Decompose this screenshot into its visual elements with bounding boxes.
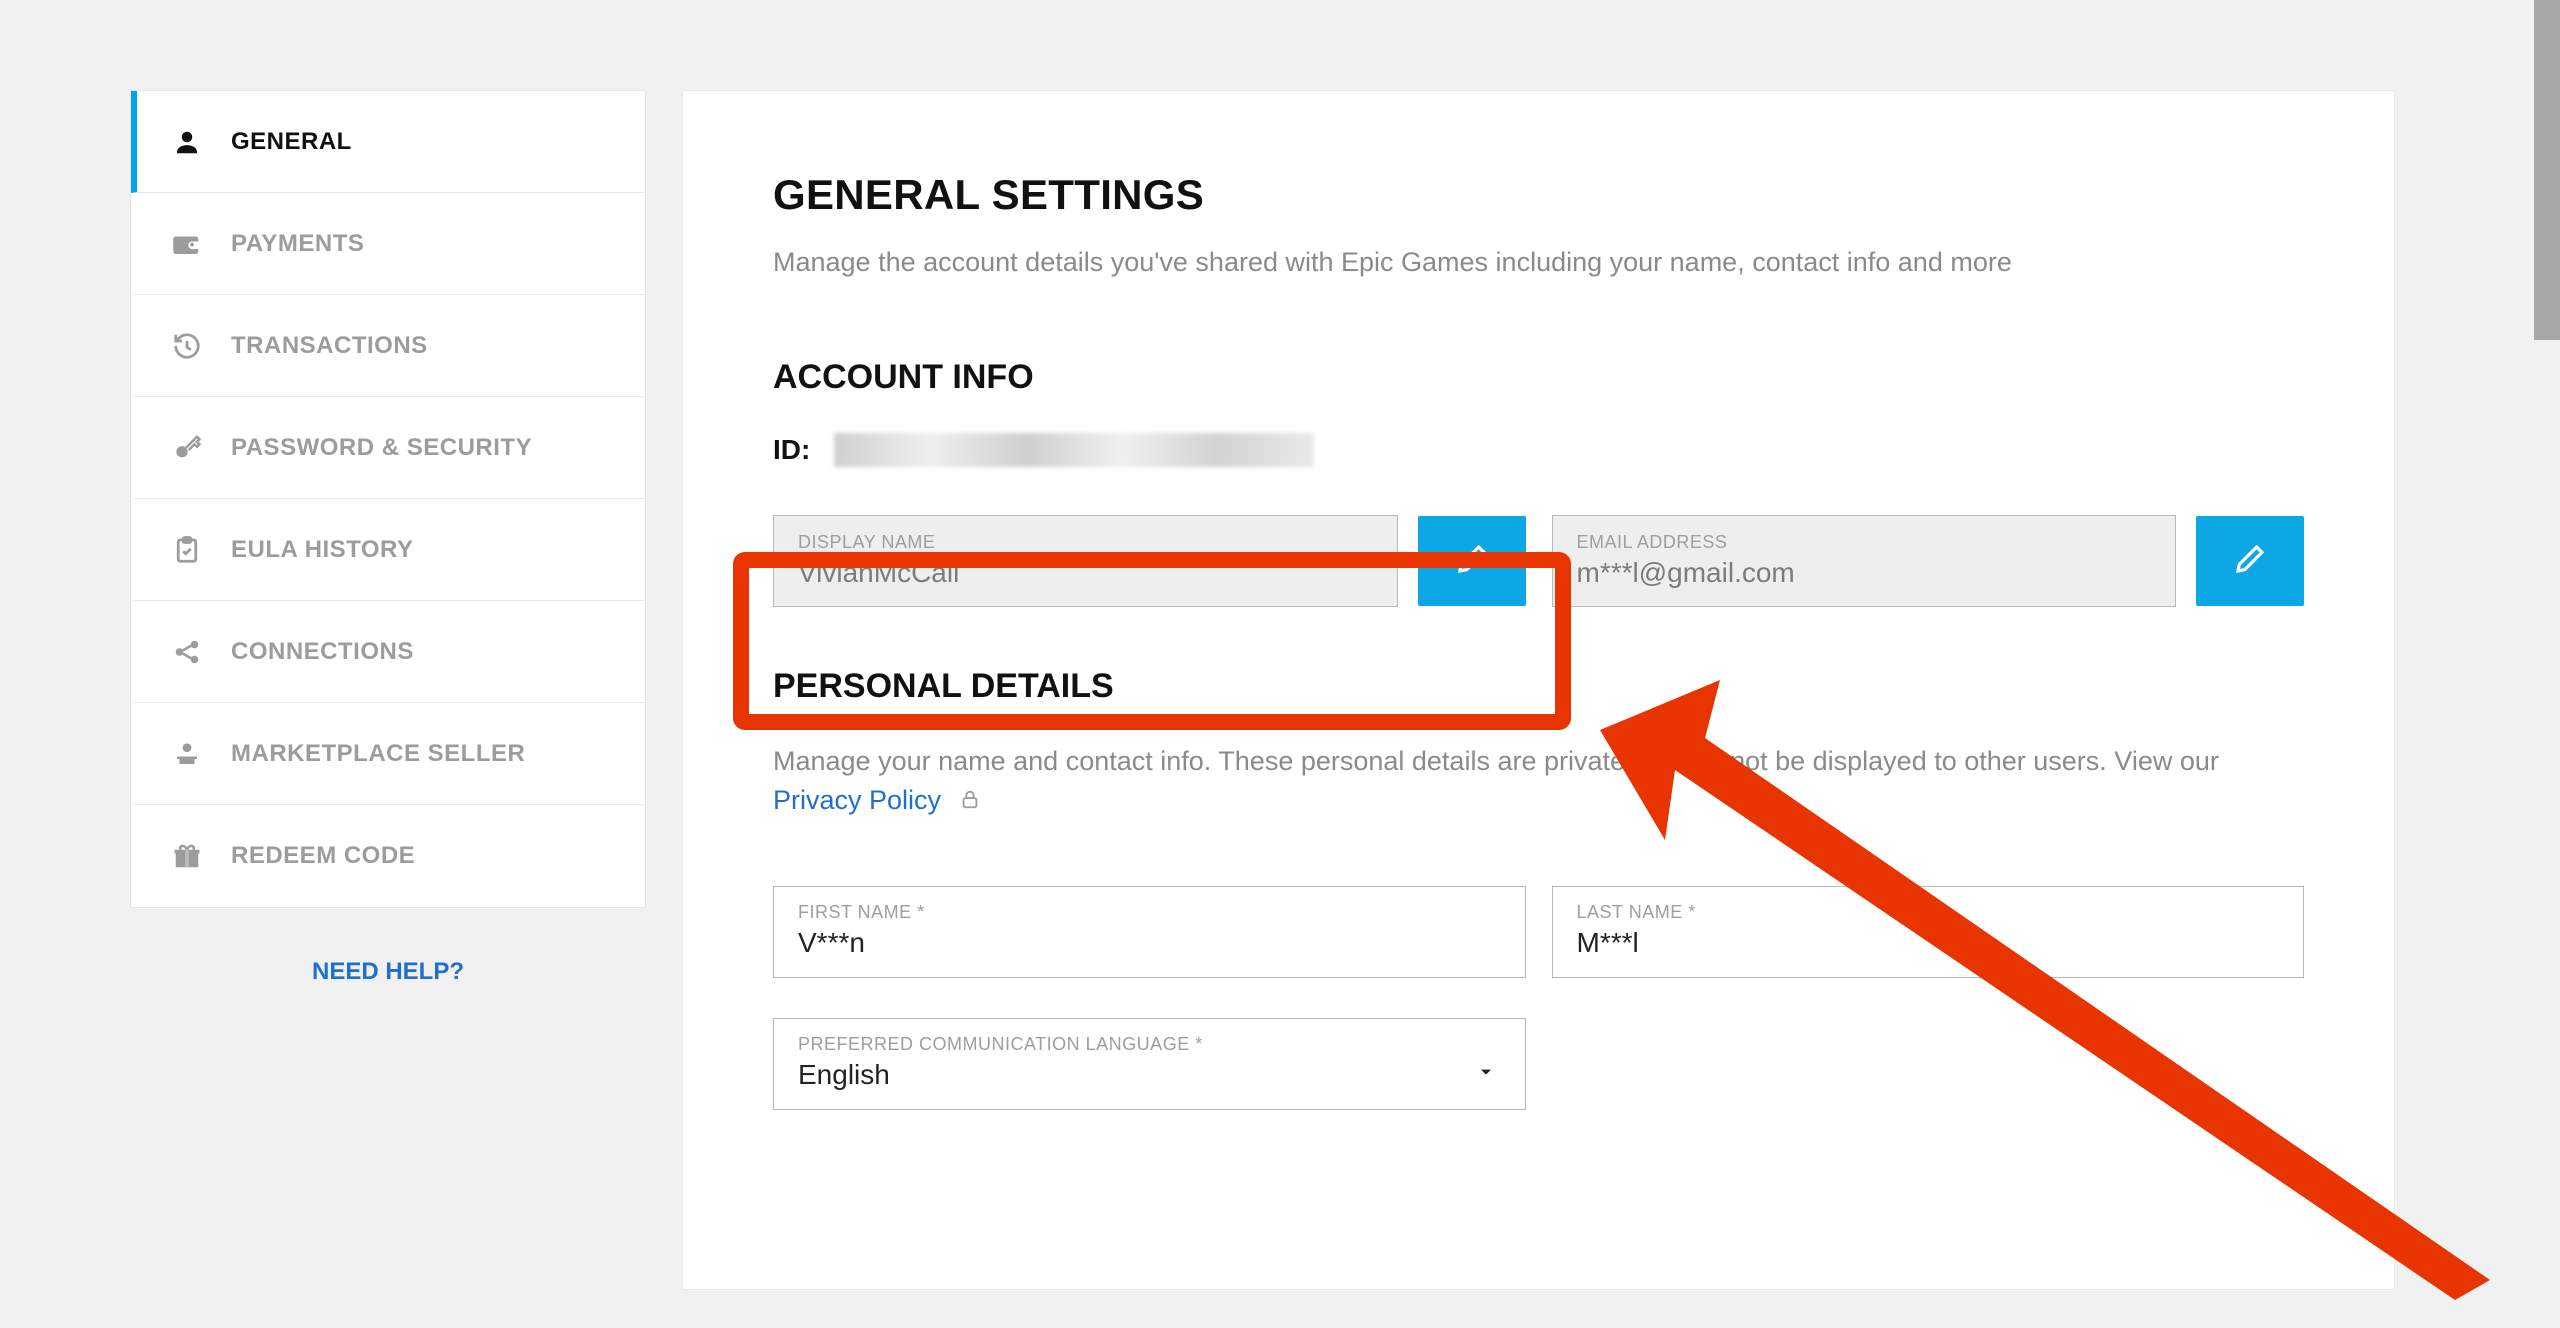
section-personal-title: PERSONAL DETAILS — [773, 667, 2304, 706]
sidebar-item-label: EULA HISTORY — [231, 536, 413, 564]
display-name-value: VivianMcCall — [798, 557, 1373, 589]
sidebar-item-label: CONNECTIONS — [231, 638, 414, 666]
need-help-link[interactable]: NEED HELP? — [130, 958, 646, 986]
wallet-icon — [169, 226, 205, 262]
language-value: English — [798, 1059, 1501, 1091]
sidebar-item-security[interactable]: PASSWORD & SECURITY — [131, 397, 645, 499]
first-name-value: V***n — [798, 927, 1501, 959]
name-row: FIRST NAME * V***n LAST NAME * M***l — [773, 886, 2304, 978]
edit-email-button[interactable] — [2196, 516, 2304, 606]
lock-icon — [959, 782, 981, 821]
display-name-field: DISPLAY NAME VivianMcCall — [773, 515, 1398, 607]
history-icon — [169, 328, 205, 364]
sidebar-item-transactions[interactable]: TRANSACTIONS — [131, 295, 645, 397]
sidebar: GENERAL PAYMENTS TRANSACTIONS — [130, 90, 646, 1290]
pencil-icon — [1456, 543, 1488, 580]
account-info-row: DISPLAY NAME VivianMcCall EMAIL ADDRESS … — [773, 515, 2304, 607]
edit-display-name-button[interactable] — [1418, 516, 1526, 606]
email-label: EMAIL ADDRESS — [1577, 532, 2152, 553]
email-field: EMAIL ADDRESS m***l@gmail.com — [1552, 515, 2177, 607]
share-icon — [169, 634, 205, 670]
page-subtitle: Manage the account details you've shared… — [773, 247, 2304, 278]
last-name-value: M***l — [1577, 927, 2280, 959]
sidebar-item-payments[interactable]: PAYMENTS — [131, 193, 645, 295]
sidebar-item-label: TRANSACTIONS — [231, 332, 428, 360]
user-icon — [169, 124, 205, 160]
display-name-group: DISPLAY NAME VivianMcCall — [773, 515, 1526, 607]
sidebar-item-eula[interactable]: EULA HISTORY — [131, 499, 645, 601]
clipboard-icon — [169, 532, 205, 568]
sidebar-nav: GENERAL PAYMENTS TRANSACTIONS — [130, 90, 646, 908]
personal-description: Manage your name and contact info. These… — [773, 742, 2304, 822]
scrollbar[interactable] — [2534, 0, 2560, 340]
chevron-down-icon — [1474, 1059, 1498, 1088]
sidebar-item-label: PAYMENTS — [231, 230, 364, 258]
account-id-label: ID: — [773, 434, 810, 466]
gift-icon — [169, 838, 205, 874]
last-name-field[interactable]: LAST NAME * M***l — [1552, 886, 2305, 978]
sidebar-item-label: GENERAL — [231, 128, 352, 156]
sidebar-item-connections[interactable]: CONNECTIONS — [131, 601, 645, 703]
email-value: m***l@gmail.com — [1577, 557, 2152, 589]
sidebar-item-redeem[interactable]: REDEEM CODE — [131, 805, 645, 907]
language-row: PREFERRED COMMUNICATION LANGUAGE * Engli… — [773, 1018, 2304, 1110]
email-group: EMAIL ADDRESS m***l@gmail.com — [1552, 515, 2305, 607]
account-id-value-redacted — [834, 433, 1314, 467]
section-account-info-title: ACCOUNT INFO — [773, 358, 2304, 397]
pencil-icon — [2234, 543, 2266, 580]
sidebar-item-label: MARKETPLACE SELLER — [231, 740, 525, 768]
last-name-label: LAST NAME * — [1577, 902, 2280, 923]
personal-desc-text: Manage your name and contact info. These… — [773, 746, 2219, 776]
language-label: PREFERRED COMMUNICATION LANGUAGE * — [798, 1034, 1501, 1055]
display-name-label: DISPLAY NAME — [798, 532, 1373, 553]
sidebar-item-general[interactable]: GENERAL — [131, 91, 645, 193]
language-select[interactable]: PREFERRED COMMUNICATION LANGUAGE * Engli… — [773, 1018, 1526, 1110]
account-id-row: ID: — [773, 433, 2304, 467]
main-panel: GENERAL SETTINGS Manage the account deta… — [682, 90, 2395, 1290]
key-icon — [169, 430, 205, 466]
seller-icon — [169, 736, 205, 772]
first-name-field[interactable]: FIRST NAME * V***n — [773, 886, 1526, 978]
sidebar-item-label: PASSWORD & SECURITY — [231, 434, 532, 462]
sidebar-item-marketplace[interactable]: MARKETPLACE SELLER — [131, 703, 645, 805]
privacy-policy-link[interactable]: Privacy Policy — [773, 785, 941, 815]
first-name-label: FIRST NAME * — [798, 902, 1501, 923]
sidebar-item-label: REDEEM CODE — [231, 842, 415, 870]
page-title: GENERAL SETTINGS — [773, 171, 2304, 219]
